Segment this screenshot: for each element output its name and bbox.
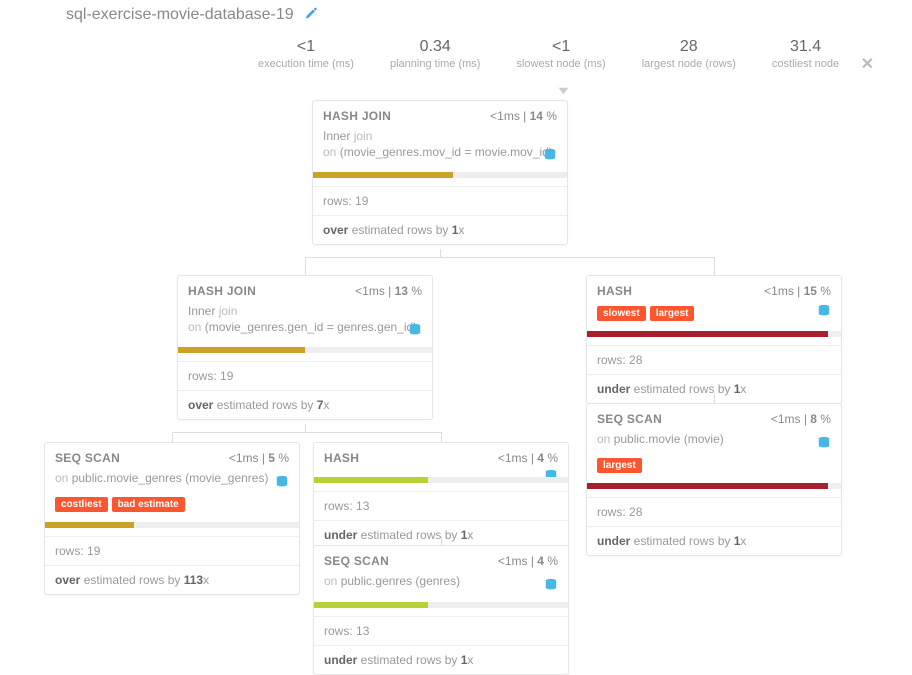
page-title-row: sql-exercise-movie-database-19 xyxy=(66,6,318,24)
estimate-line: under estimated rows by 1x xyxy=(314,645,568,674)
rows-line: rows: 13 xyxy=(314,616,568,645)
estimate-line: over estimated rows by 113x xyxy=(45,565,299,594)
stat-exec-time: <1 execution time (ms) xyxy=(258,38,354,70)
stat-largest: 28 largest node (rows) xyxy=(642,38,736,70)
rows-line: rows: 19 xyxy=(313,186,567,215)
op-name: HASH JOIN xyxy=(188,284,256,298)
cost-bar xyxy=(587,483,841,489)
badges: largest xyxy=(587,456,841,479)
op-name: SEQ SCAN xyxy=(55,451,120,465)
badge-largest: largest xyxy=(597,458,642,473)
stat-slowest: <1 slowest node (ms) xyxy=(516,38,605,70)
plan-node-seqscan-genres[interactable]: SEQ SCAN <1ms | 4 % on public.genres (ge… xyxy=(313,545,569,675)
op-desc: on public.movie_genres (movie_genres) xyxy=(55,471,289,493)
op-name: SEQ SCAN xyxy=(324,554,389,568)
connector xyxy=(440,249,441,257)
database-icon[interactable] xyxy=(408,323,422,337)
connector xyxy=(172,432,173,442)
plan-node-hash-join-left[interactable]: HASH JOIN <1ms | 13 % Inner join on (mov… xyxy=(177,275,433,420)
connector xyxy=(305,257,715,258)
query-title: sql-exercise-movie-database-19 xyxy=(66,6,294,24)
rows-line: rows: 28 xyxy=(587,497,841,526)
rows-line: rows: 13 xyxy=(314,491,568,520)
database-icon[interactable] xyxy=(544,578,558,592)
badge-bad-estimate: bad estimate xyxy=(112,497,185,512)
op-name: HASH xyxy=(324,451,359,465)
op-desc: on public.genres (genres) xyxy=(324,574,558,596)
connector xyxy=(172,432,442,433)
close-icon[interactable]: ✕ xyxy=(861,54,874,74)
op-time: <1ms | 15 % xyxy=(764,284,831,298)
op-desc: on public.movie (movie) xyxy=(597,432,831,454)
cost-bar xyxy=(587,331,841,337)
connector xyxy=(305,424,306,432)
stat-plan-time: 0.34 planning time (ms) xyxy=(390,38,480,70)
badge-largest: largest xyxy=(650,306,695,321)
badge-slowest: slowest xyxy=(597,306,646,321)
op-name: SEQ SCAN xyxy=(597,412,662,426)
estimate-line: over estimated rows by 1x xyxy=(313,215,567,244)
connector xyxy=(441,537,442,545)
database-icon[interactable] xyxy=(543,148,557,162)
op-desc: Inner join on (movie_genres.mov_id = mov… xyxy=(323,129,557,166)
op-time: <1ms | 13 % xyxy=(355,284,422,298)
op-time: <1ms | 14 % xyxy=(490,109,557,123)
arrow-down-icon: ▼ xyxy=(555,85,571,97)
connector xyxy=(714,394,715,403)
stat-costliest: 31.4 costliest node xyxy=(772,38,839,70)
badges: costliest bad estimate xyxy=(45,495,299,518)
database-icon[interactable] xyxy=(275,475,289,489)
database-icon[interactable] xyxy=(817,304,831,318)
op-time: <1ms | 5 % xyxy=(229,451,289,465)
plan-node-hash-right[interactable]: HASH <1ms | 15 % slowest largest rows: 2… xyxy=(586,275,842,404)
connector xyxy=(305,257,306,275)
plan-node-hash-join-root[interactable]: HASH JOIN <1ms | 14 % Inner join on (mov… xyxy=(312,100,568,245)
cost-bar xyxy=(178,347,432,353)
op-desc: Inner join on (movie_genres.gen_id = gen… xyxy=(188,304,422,341)
op-name: HASH JOIN xyxy=(323,109,391,123)
cost-bar xyxy=(314,477,568,483)
database-icon[interactable] xyxy=(817,436,831,450)
edit-icon[interactable] xyxy=(304,7,318,24)
badges: slowest largest xyxy=(587,304,841,327)
op-time: <1ms | 8 % xyxy=(771,412,831,426)
plan-node-hash-inner[interactable]: HASH <1ms | 4 % rows: 13 under estimated… xyxy=(313,442,569,550)
rows-line: rows: 28 xyxy=(587,345,841,374)
rows-line: rows: 19 xyxy=(178,361,432,390)
op-time: <1ms | 4 % xyxy=(498,451,558,465)
connector xyxy=(441,432,442,442)
badge-costliest: costliest xyxy=(55,497,108,512)
cost-bar xyxy=(45,522,299,528)
rows-line: rows: 19 xyxy=(45,536,299,565)
plan-node-seqscan-movie-genres[interactable]: SEQ SCAN <1ms | 5 % on public.movie_genr… xyxy=(44,442,300,595)
summary-stats: <1 execution time (ms) 0.34 planning tim… xyxy=(258,38,839,70)
op-name: HASH xyxy=(597,284,632,298)
cost-bar xyxy=(313,172,567,178)
estimate-line: over estimated rows by 7x xyxy=(178,390,432,419)
estimate-line: under estimated rows by 1x xyxy=(587,526,841,555)
connector xyxy=(714,257,715,275)
op-time: <1ms | 4 % xyxy=(498,554,558,568)
plan-node-seqscan-movie[interactable]: SEQ SCAN <1ms | 8 % on public.movie (mov… xyxy=(586,403,842,556)
cost-bar xyxy=(314,602,568,608)
